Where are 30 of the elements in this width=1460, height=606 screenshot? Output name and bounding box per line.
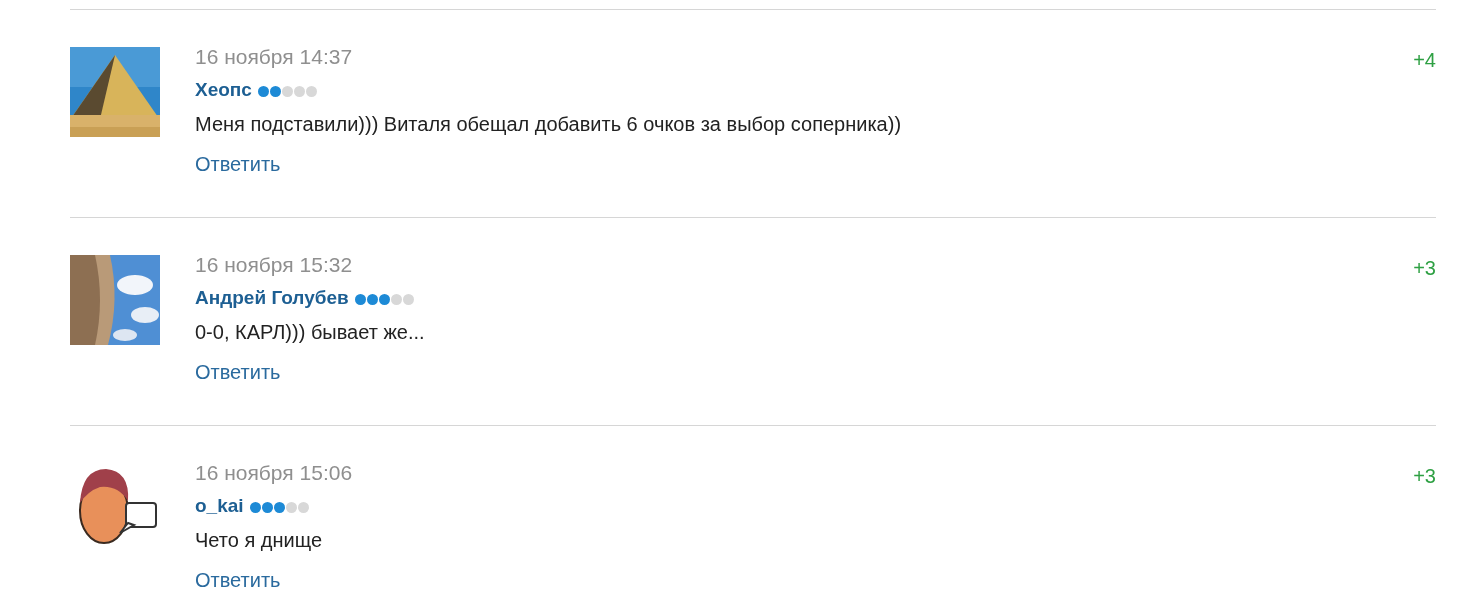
reply-link[interactable]: Ответить — [195, 152, 281, 176]
rank-dot — [366, 294, 378, 305]
comment-score: +3 — [1413, 256, 1436, 281]
rank-dot — [378, 294, 390, 305]
author-link[interactable]: Андрей Голубев — [195, 286, 349, 310]
rank-dot — [249, 502, 261, 513]
rank-dot — [297, 502, 309, 513]
comment-text: 0-0, КАРЛ))) бывает же... — [195, 320, 426, 344]
rank-dot — [269, 86, 281, 97]
rank-dot — [261, 502, 273, 513]
rank-dot — [293, 86, 305, 97]
rank-dot — [273, 502, 285, 513]
comment-score: +4 — [1413, 48, 1436, 73]
comment-date: 16 ноября 14:37 — [195, 45, 354, 69]
rank-dot — [305, 86, 317, 97]
rank-dot — [402, 294, 414, 305]
rank-dot — [354, 294, 366, 305]
rank-dot — [285, 502, 297, 513]
rank-dot — [257, 86, 269, 97]
reply-link[interactable]: Ответить — [195, 360, 281, 384]
comment-text: Меня подставили))) Виталя обещал добавить 6 очков за выбор соперника)) — [195, 112, 903, 136]
author-link[interactable]: Хеопс — [195, 78, 252, 102]
comment-date: 16 ноября 15:06 — [195, 461, 354, 485]
rank-dot — [390, 294, 402, 305]
comment-date: 16 ноября 15:32 — [195, 253, 354, 277]
author-link[interactable]: o_kai — [195, 494, 244, 518]
comment-score: +3 — [1413, 464, 1436, 489]
comment-text: Чето я днище — [195, 528, 324, 552]
reply-link[interactable]: Ответить — [195, 568, 281, 592]
rank-dot — [281, 86, 293, 97]
